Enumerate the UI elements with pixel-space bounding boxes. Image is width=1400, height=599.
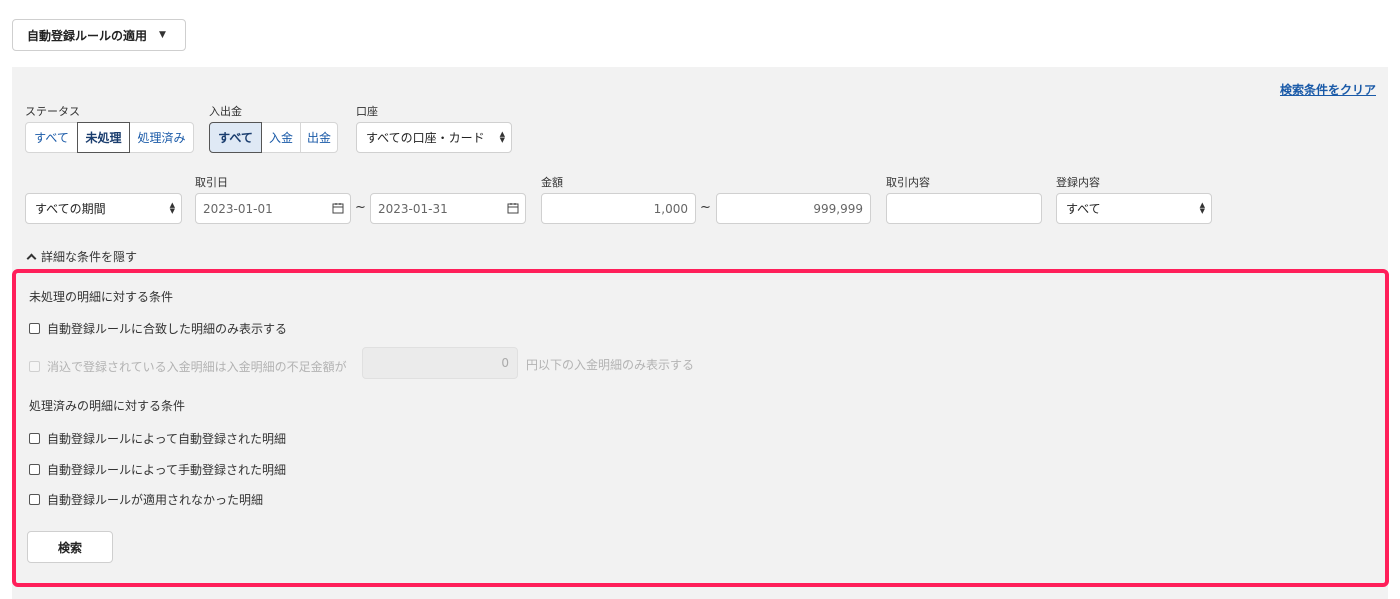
in-out-all-button[interactable]: すべて xyxy=(209,122,262,153)
caret-down-icon: ▼ xyxy=(159,30,166,40)
calendar-icon xyxy=(332,203,344,214)
status-unprocessed-button[interactable]: 未処理 xyxy=(77,122,130,153)
account-label: 口座 xyxy=(356,105,378,118)
trade-date-label: 取引日 xyxy=(195,176,228,189)
processed-section-title: 処理済みの明細に対する条件 xyxy=(29,399,186,413)
description-input[interactable] xyxy=(886,193,1042,224)
trade-date-to-input[interactable]: 2023-01-31 xyxy=(370,193,526,224)
shortfall-suffix-label: 円以下の入金明細のみ表示する xyxy=(526,358,695,372)
processed-not-applied-checkbox[interactable]: 自動登録ルールが適用されなかった明細 xyxy=(29,491,263,508)
period-select[interactable]: すべての期間 ▲ ▼ xyxy=(25,193,182,224)
amount-range-separator: ~ xyxy=(700,200,711,215)
in-out-label: 入出金 xyxy=(209,105,242,118)
unprocessed-match-only-label: 自動登録ルールに合致した明細のみ表示する xyxy=(47,322,288,336)
hide-details-label: 詳細な条件を隠す xyxy=(41,250,138,264)
checkbox-box xyxy=(29,361,40,372)
processed-not-applied-label: 自動登録ルールが適用されなかった明細 xyxy=(47,493,264,507)
amount-to-input[interactable]: 999,999 xyxy=(716,193,871,224)
detail-conditions-box: 未処理の明細に対する条件 自動登録ルールに合致した明細のみ表示する 消込で登録さ… xyxy=(12,269,1389,587)
checkbox-box xyxy=(29,433,40,444)
chevron-up-icon xyxy=(26,253,37,264)
shortfall-checkbox[interactable]: 消込で登録されている入金明細は入金明細の不足金額が xyxy=(29,358,347,375)
in-out-withdrawal-button[interactable]: 出金 xyxy=(300,122,338,153)
status-processed-button[interactable]: 処理済み xyxy=(129,122,194,153)
checkbox-box xyxy=(29,464,40,475)
processed-auto-label: 自動登録ルールによって自動登録された明細 xyxy=(47,432,287,446)
amount-from-value: 1,000 xyxy=(653,201,688,216)
apply-rules-label: 自動登録ルールの適用 xyxy=(27,28,148,43)
amount-label: 金額 xyxy=(541,176,563,189)
checkbox-box xyxy=(29,323,40,334)
select-arrows-icon: ▲ ▼ xyxy=(499,130,505,144)
amount-from-input[interactable]: 1,000 xyxy=(541,193,696,224)
unprocessed-section-title: 未処理の明細に対する条件 xyxy=(29,290,174,304)
description-label: 取引内容 xyxy=(886,176,930,189)
status-segment: すべて 未処理 処理済み xyxy=(25,122,194,153)
checkbox-box xyxy=(29,494,40,505)
status-label: ステータス xyxy=(25,105,80,118)
unprocessed-match-only-checkbox[interactable]: 自動登録ルールに合致した明細のみ表示する xyxy=(29,320,287,337)
hide-details-toggle[interactable]: 詳細な条件を隠す xyxy=(26,248,138,265)
select-arrows-icon: ▲ ▼ xyxy=(1199,201,1205,215)
in-out-segment: すべて 入金 出金 xyxy=(209,122,338,153)
trade-date-from-value: 2023-01-01 xyxy=(203,201,273,216)
processed-manual-checkbox[interactable]: 自動登録ルールによって手動登録された明細 xyxy=(29,461,286,478)
clear-conditions-link[interactable]: 検索条件をクリア xyxy=(1280,81,1376,98)
processed-auto-checkbox[interactable]: 自動登録ルールによって自動登録された明細 xyxy=(29,430,286,447)
registration-label: 登録内容 xyxy=(1056,176,1100,189)
trade-date-from-input[interactable]: 2023-01-01 xyxy=(195,193,351,224)
shortfall-amount-value: 0 xyxy=(501,356,509,370)
registration-select-value: すべて xyxy=(1066,202,1101,216)
status-all-button[interactable]: すべて xyxy=(25,122,78,153)
trade-date-to-value: 2023-01-31 xyxy=(378,201,448,216)
account-select-value: すべての口座・カード xyxy=(366,131,485,145)
amount-to-value: 999,999 xyxy=(813,201,863,216)
account-select[interactable]: すべての口座・カード ▲ ▼ xyxy=(356,122,512,153)
shortfall-prefix-label: 消込で登録されている入金明細は入金明細の不足金額が xyxy=(47,360,347,374)
registration-select[interactable]: すべて ▲ ▼ xyxy=(1056,193,1212,224)
processed-manual-label: 自動登録ルールによって手動登録された明細 xyxy=(47,463,287,477)
in-out-deposit-button[interactable]: 入金 xyxy=(261,122,301,153)
apply-rules-dropdown[interactable]: 自動登録ルールの適用 ▼ xyxy=(12,19,186,51)
select-arrows-icon: ▲ ▼ xyxy=(169,201,175,215)
calendar-icon xyxy=(507,203,519,214)
shortfall-amount-input[interactable]: 0 xyxy=(362,347,518,379)
search-button[interactable]: 検索 xyxy=(27,531,113,563)
period-select-value: すべての期間 xyxy=(35,202,106,216)
date-range-separator: ~ xyxy=(355,200,366,215)
